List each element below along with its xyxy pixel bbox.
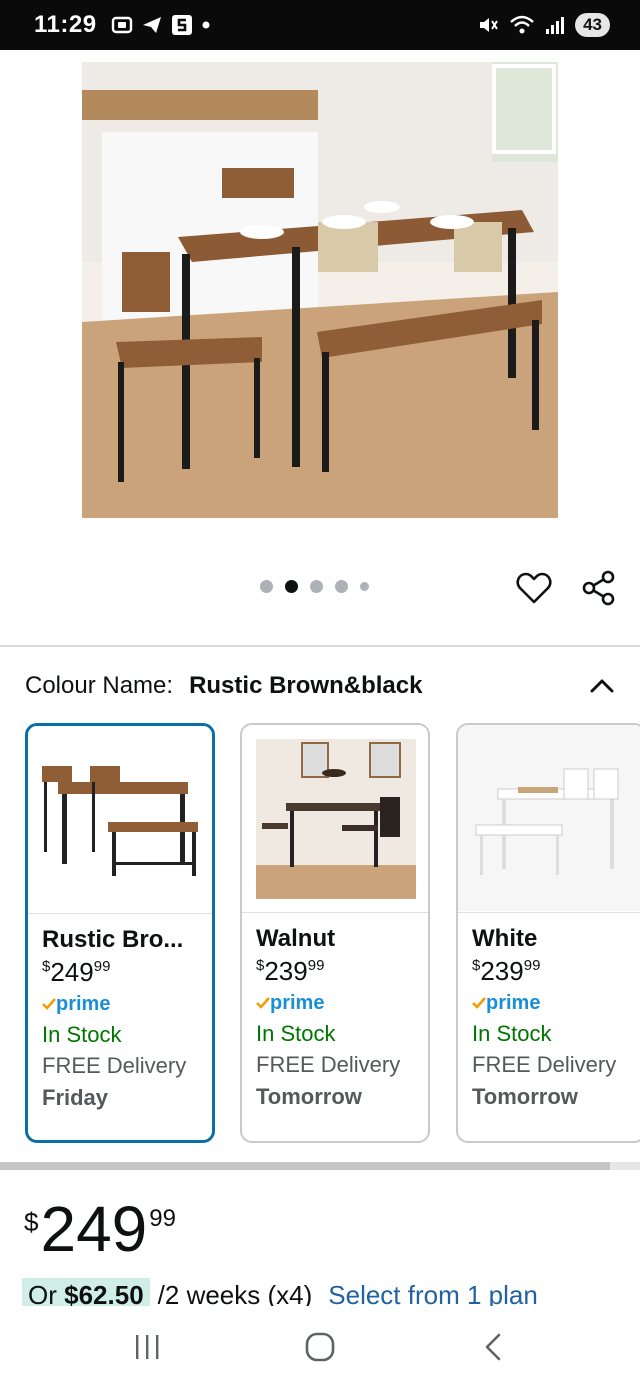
signal-icon	[546, 17, 565, 34]
carousel-dot-active[interactable]	[285, 580, 298, 593]
variant-name: Walnut	[256, 925, 336, 952]
swatch-scrollbar[interactable]	[0, 1162, 640, 1170]
prime-check-icon	[472, 997, 486, 1009]
app-s-icon	[171, 15, 192, 35]
plan-amount: $62.50	[64, 1280, 144, 1306]
back-button[interactable]	[463, 1317, 523, 1377]
prime-check-icon	[256, 997, 270, 1009]
scrollbar-thumb[interactable]	[0, 1162, 610, 1170]
delivery-day: Friday	[42, 1085, 109, 1110]
battery-indicator: 43	[575, 13, 610, 37]
chevron-up-icon	[590, 679, 614, 693]
dot-icon	[202, 21, 210, 29]
variant-name: Rustic Bro...	[42, 926, 184, 953]
variant-card-white[interactable]: White $ 239 99 prime In Stock FREE Deliv…	[456, 723, 640, 1143]
status-time: 11:29	[34, 11, 97, 38]
variant-price: $ 239 99	[256, 957, 428, 985]
system-nav-bar	[0, 1307, 640, 1387]
wifi-icon	[510, 15, 534, 34]
section-divider	[0, 645, 640, 647]
collapse-button[interactable]	[584, 668, 620, 704]
back-icon	[486, 1333, 501, 1361]
recent-apps-button[interactable]	[117, 1317, 177, 1377]
home-button[interactable]	[290, 1317, 350, 1377]
plan-period: /2 weeks (x4)	[157, 1280, 313, 1306]
installment-plan: Or $62.50 /2 weeks (x4) Select from 1 pl…	[22, 1278, 538, 1306]
stock-status: In Stock	[42, 1022, 122, 1047]
notification-icons	[111, 14, 211, 36]
recent-apps-icon	[135, 1335, 159, 1359]
product-price: $ 249 99	[24, 1195, 176, 1263]
status-bar: 11:29 43	[0, 0, 640, 50]
wishlist-button[interactable]	[514, 568, 554, 608]
screenshot-icon	[111, 16, 132, 34]
prime-check-icon	[42, 998, 56, 1010]
variant-image	[242, 725, 428, 913]
price-symbol: $	[42, 958, 51, 975]
colour-selector-header: Colour Name: Rustic Brown&black	[25, 668, 620, 704]
price-fraction: 99	[149, 1205, 176, 1232]
prime-label: prime	[270, 991, 325, 1014]
variant-image	[458, 725, 640, 913]
colour-label: Colour Name:	[25, 672, 174, 699]
plan-prefix: Or	[28, 1280, 57, 1306]
prime-badge: prime	[42, 992, 212, 1016]
colour-value: Rustic Brown&black	[189, 672, 423, 699]
price-fraction: 99	[523, 957, 541, 974]
carousel-dot[interactable]	[310, 580, 323, 593]
carousel-dot[interactable]	[260, 580, 273, 593]
variant-price: $ 239 99	[472, 957, 640, 985]
home-icon	[305, 1332, 335, 1362]
product-image[interactable]	[82, 62, 558, 518]
delivery-label: FREE Delivery	[42, 1053, 187, 1078]
prime-badge: prime	[472, 991, 640, 1015]
variant-name: White	[472, 925, 538, 952]
price-symbol: $	[472, 957, 481, 974]
carousel-dot[interactable]	[335, 580, 348, 593]
carousel-dot[interactable]	[360, 582, 369, 591]
share-button[interactable]	[579, 568, 619, 608]
price-whole: 249	[50, 957, 94, 987]
colour-swatches: Rustic Bro... $ 249 99 prime In Stock FR…	[25, 723, 640, 1147]
stock-status: In Stock	[256, 1021, 336, 1046]
prime-badge: prime	[256, 991, 428, 1015]
delivery-label: FREE Delivery	[472, 1052, 617, 1077]
price-symbol: $	[256, 957, 265, 974]
delivery-day: Tomorrow	[256, 1084, 362, 1109]
delivery-day: Tomorrow	[472, 1084, 578, 1109]
prime-label: prime	[56, 992, 111, 1015]
heart-icon	[516, 572, 552, 604]
price-whole: 249	[40, 1193, 148, 1265]
dining-set-photo	[82, 62, 558, 518]
variant-image	[28, 726, 212, 914]
variant-card-walnut[interactable]: Walnut $ 239 99 prime In Stock FREE Deli…	[240, 723, 430, 1143]
stock-status: In Stock	[472, 1021, 552, 1046]
price-fraction: 99	[307, 957, 325, 974]
variant-card-rustic[interactable]: Rustic Bro... $ 249 99 prime In Stock FR…	[25, 723, 215, 1143]
price-symbol: $	[24, 1207, 39, 1237]
share-icon	[582, 570, 615, 606]
plan-amount-badge: Or $62.50	[22, 1278, 150, 1306]
price-whole: 239	[264, 956, 308, 986]
prime-label: prime	[486, 991, 541, 1014]
carousel-dots	[260, 580, 369, 593]
telegram-icon	[142, 17, 161, 33]
price-whole: 239	[480, 956, 524, 986]
delivery-label: FREE Delivery	[256, 1052, 401, 1077]
variant-price: $ 249 99	[42, 958, 212, 986]
price-fraction: 99	[93, 958, 111, 975]
system-icons: 43	[477, 13, 610, 37]
mute-icon	[480, 18, 498, 32]
select-plan-link[interactable]: Select from 1 plan	[328, 1278, 538, 1306]
